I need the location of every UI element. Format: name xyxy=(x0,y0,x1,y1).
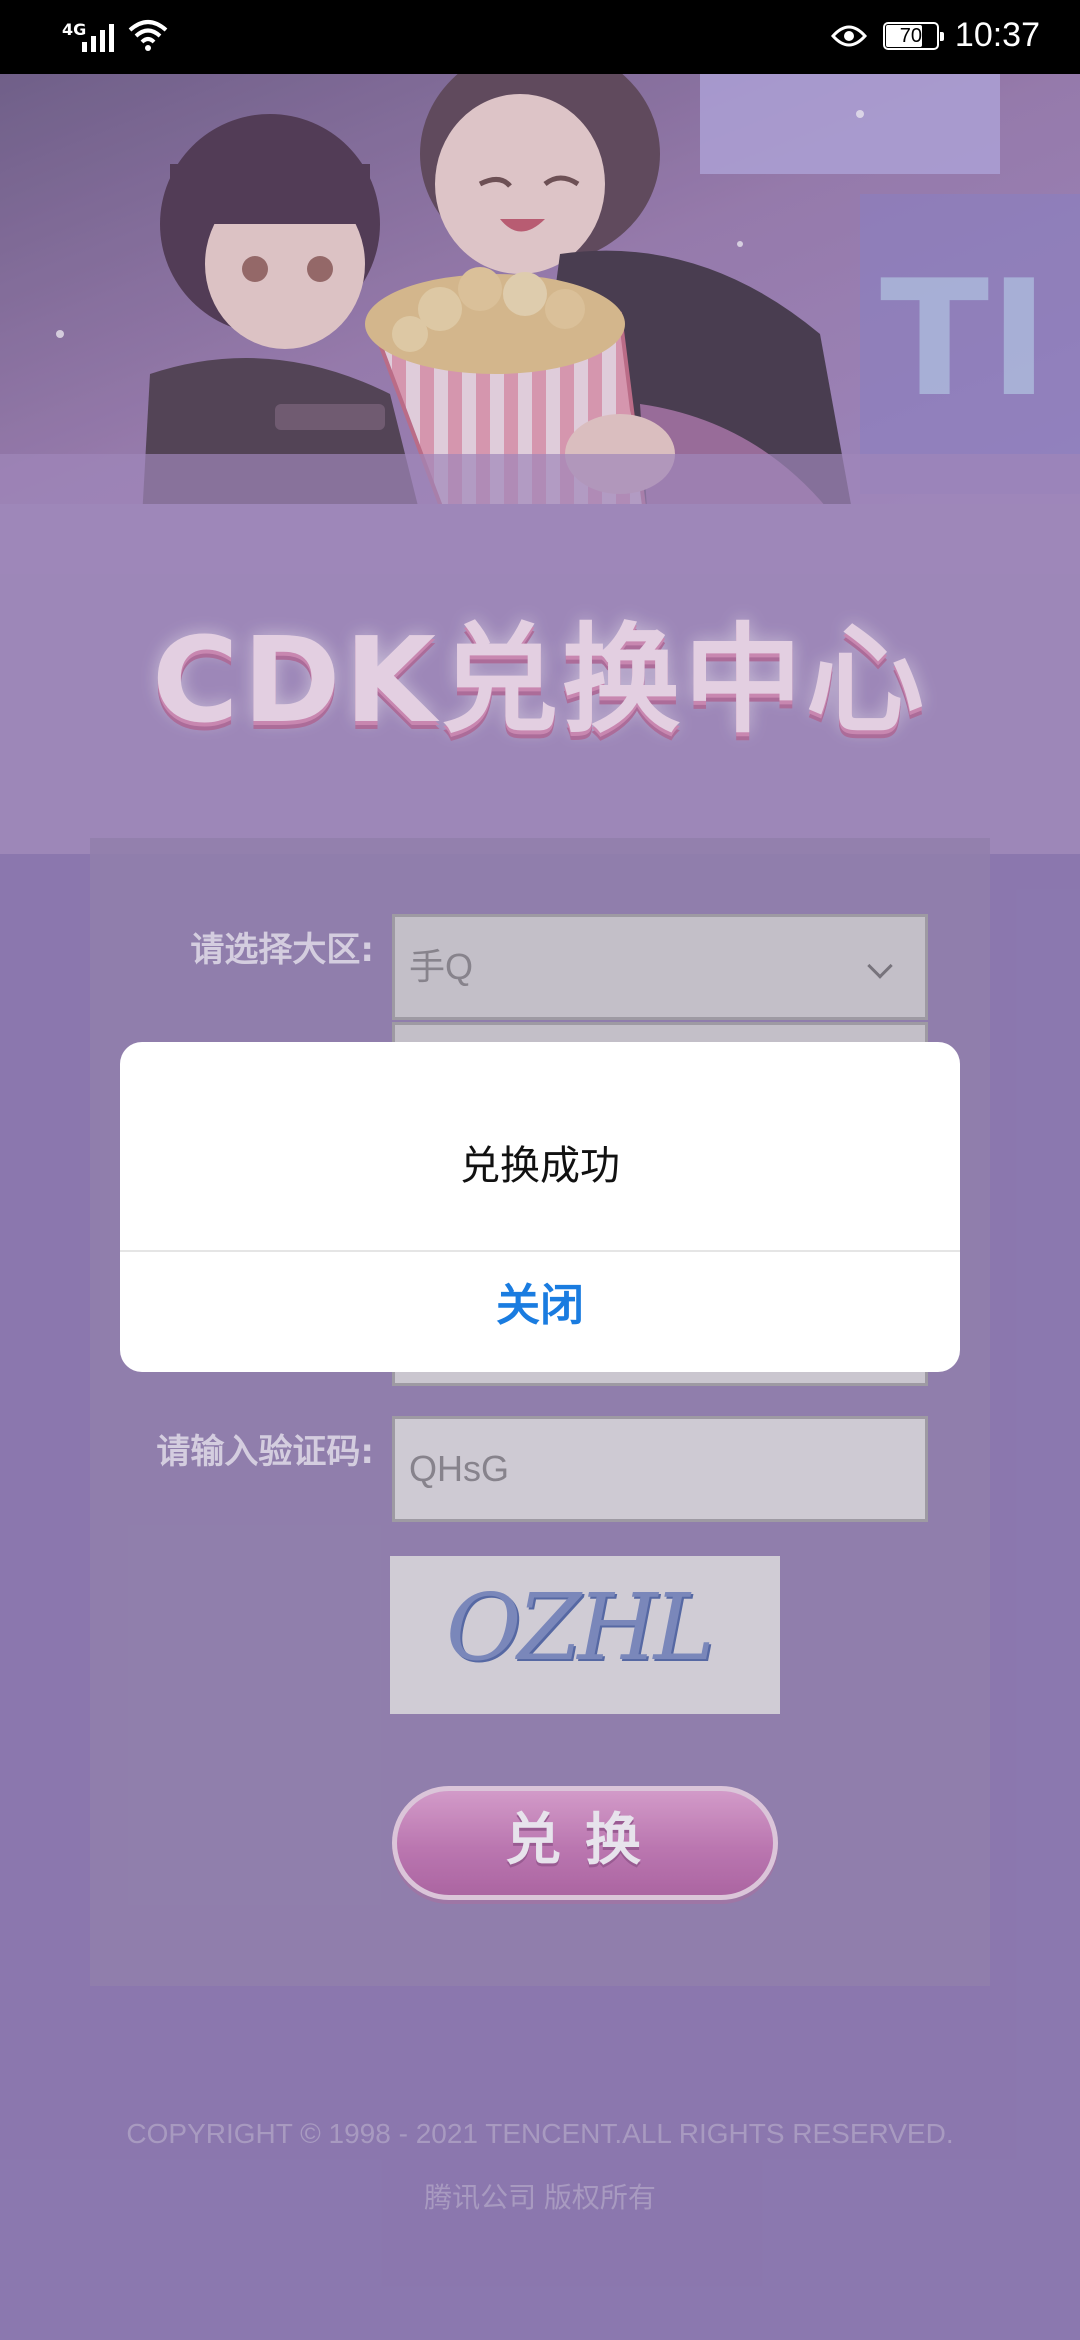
battery-icon: 70 xyxy=(882,21,944,50)
network-indicators: 4G xyxy=(62,18,168,52)
success-dialog: 兑换成功 关闭 xyxy=(120,1042,960,1372)
clock: 10:37 xyxy=(954,16,1040,54)
network-type: 4G xyxy=(62,20,87,39)
status-bar: 4G 70 10:37 xyxy=(0,0,1080,74)
dialog-message: 兑换成功 xyxy=(460,1143,620,1189)
wifi-icon xyxy=(128,20,168,51)
close-button[interactable]: 关闭 xyxy=(120,1252,960,1372)
signal-icon xyxy=(82,20,114,52)
battery-level: 70 xyxy=(899,24,923,47)
eye-icon xyxy=(830,25,867,46)
